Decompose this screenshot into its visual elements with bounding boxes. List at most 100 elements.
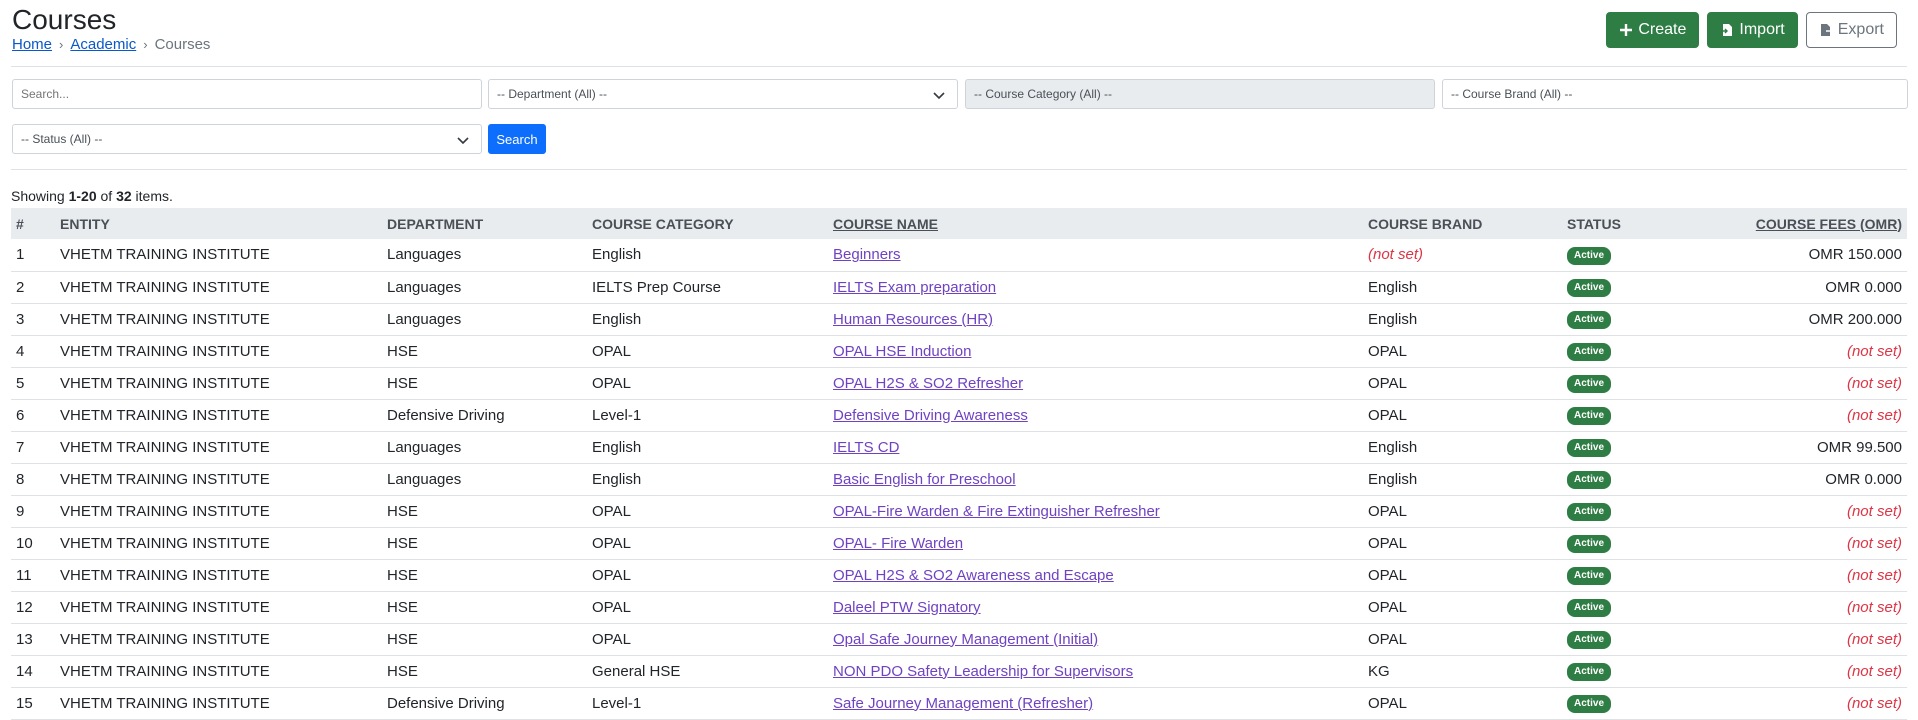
course-category-cell: Level-1 xyxy=(592,694,642,712)
course-name-link[interactable]: OPAL HSE Induction xyxy=(833,343,971,360)
import-button-label: Import xyxy=(1739,21,1785,38)
entity-cell: VHETM TRAINING INSTITUTE xyxy=(60,278,270,296)
course-brand-cell: OPAL xyxy=(1368,598,1407,616)
sort-course-fees-link[interactable]: Course Fees (OMR) xyxy=(1756,216,1902,232)
course-name-cell: OPAL-Fire Warden & Fire Extinguisher Ref… xyxy=(828,495,1363,527)
course-name-cell: OPAL H2S & SO2 Awareness and Escape xyxy=(828,559,1363,591)
entity-cell: VHETM TRAINING INSTITUTE xyxy=(60,534,270,552)
status-badge: Active xyxy=(1567,279,1612,297)
status-cell: Active xyxy=(1562,335,1727,367)
status-cell: Active xyxy=(1562,239,1727,271)
course-name-link[interactable]: Beginners xyxy=(833,246,901,263)
summary-range: 1-20 xyxy=(68,188,97,204)
filter-bar: -- Department (All) -- -- Course Categor… xyxy=(11,67,1908,170)
search-input[interactable] xyxy=(12,79,482,109)
entity-cell: VHETM TRAINING INSTITUTE xyxy=(60,374,270,392)
row-number: 6 xyxy=(16,406,25,424)
table-row: 7 VHETM TRAINING INSTITUTE Languages Englis… xyxy=(11,431,1907,463)
course-fees-cell: (not set) xyxy=(1846,502,1902,520)
file-import-icon xyxy=(1721,24,1733,36)
column-header-status: Status xyxy=(1567,215,1621,232)
course-name-link[interactable]: IELTS Exam preparation xyxy=(833,279,996,296)
course-name-link[interactable]: OPAL- Fire Warden xyxy=(833,535,963,552)
export-button[interactable]: Export xyxy=(1805,12,1897,48)
course-fees-cell: (not set) xyxy=(1846,374,1902,392)
breadcrumb-current: Courses xyxy=(154,36,211,53)
course-name-link[interactable]: Basic English for Preschool xyxy=(833,471,1016,488)
entity-cell: VHETM TRAINING INSTITUTE xyxy=(60,438,270,456)
course-category-cell: OPAL xyxy=(592,374,631,392)
course-category-cell: English xyxy=(592,310,642,328)
course-name-cell: IELTS CD xyxy=(828,431,1363,463)
table-row: 12 VHETM TRAINING INSTITUTE HSE OPAL Daleel … xyxy=(11,591,1907,623)
summary-prefix: Showing xyxy=(11,188,69,204)
course-name-link[interactable]: OPAL H2S & SO2 Awareness and Escape xyxy=(833,567,1114,584)
status-select[interactable]: -- Status (All) -- xyxy=(12,124,482,154)
course-name-link[interactable]: Safe Journey Management (Refresher) xyxy=(833,695,1093,712)
table-row: 11 VHETM TRAINING INSTITUTE HSE OPAL OPAL H2… xyxy=(11,559,1907,591)
status-badge: Active xyxy=(1567,663,1612,681)
table-row: 1 VHETM TRAINING INSTITUTE Languages Englis… xyxy=(11,239,1907,271)
course-fees-cell: OMR 200.000 xyxy=(1808,310,1902,328)
course-name-link[interactable]: OPAL H2S & SO2 Refresher xyxy=(833,375,1023,392)
breadcrumb-home-link[interactable]: Home xyxy=(12,36,52,54)
course-fees-cell: (not set) xyxy=(1846,630,1902,648)
course-fees-cell: (not set) xyxy=(1846,342,1902,360)
course-name-link[interactable]: OPAL-Fire Warden & Fire Extinguisher Ref… xyxy=(833,503,1160,520)
course-brand-select-value: -- Course Brand (All) -- xyxy=(1451,87,1573,101)
table-row: 9 VHETM TRAINING INSTITUTE HSE OPAL OPAL-Fir… xyxy=(11,495,1907,527)
course-fees-cell: OMR 150.000 xyxy=(1808,246,1902,264)
course-name-link[interactable]: Opal Safe Journey Management (Initial) xyxy=(833,631,1098,648)
search-button[interactable]: Search xyxy=(488,124,546,154)
department-cell: HSE xyxy=(387,342,418,360)
status-cell: Active xyxy=(1562,655,1727,687)
course-name-link[interactable]: NON PDO Safety Leadership for Supervisor… xyxy=(833,663,1133,680)
plus-icon xyxy=(1620,24,1633,36)
course-brand-select[interactable]: -- Course Brand (All) -- xyxy=(1442,79,1908,109)
row-number: 5 xyxy=(16,374,25,392)
course-category-cell: General HSE xyxy=(592,662,681,680)
course-fees-cell: (not set) xyxy=(1846,598,1902,616)
course-category-cell: OPAL xyxy=(592,630,631,648)
course-name-link[interactable]: Daleel PTW Signatory xyxy=(833,599,981,616)
row-number: 7 xyxy=(16,438,25,456)
status-badge: Active xyxy=(1567,343,1612,361)
status-cell: Active xyxy=(1562,623,1727,655)
status-cell: Active xyxy=(1562,271,1727,303)
chevron-down-icon xyxy=(457,137,469,145)
entity-cell: VHETM TRAINING INSTITUTE xyxy=(60,598,270,616)
status-badge: Active xyxy=(1567,695,1612,713)
course-category-cell: OPAL xyxy=(592,502,631,520)
department-select[interactable]: -- Department (All) -- xyxy=(488,79,958,109)
row-number: 15 xyxy=(16,694,33,712)
column-header-entity: Entity xyxy=(60,215,110,232)
status-badge: Active xyxy=(1567,599,1612,617)
course-name-link[interactable]: Human Resources (HR) xyxy=(833,311,993,328)
import-button[interactable]: Import xyxy=(1707,12,1798,48)
row-number: 11 xyxy=(16,566,32,584)
table-row: 14 VHETM TRAINING INSTITUTE HSE General HSE… xyxy=(11,655,1907,687)
course-fees-cell: (not set) xyxy=(1846,694,1902,712)
create-button[interactable]: Create xyxy=(1606,12,1700,48)
table-row: 15 VHETM TRAINING INSTITUTE Defensive Driv… xyxy=(11,687,1907,719)
course-brand-cell: KG xyxy=(1368,662,1390,680)
page-title: Courses xyxy=(12,4,117,35)
entity-cell: VHETM TRAINING INSTITUTE xyxy=(60,662,270,680)
course-category-select[interactable]: -- Course Category (All) -- xyxy=(965,79,1435,109)
course-name-cell: OPAL HSE Induction xyxy=(828,335,1363,367)
breadcrumb-academic-link[interactable]: Academic xyxy=(70,36,136,54)
sort-course-name-link[interactable]: Course Name xyxy=(833,216,938,232)
course-brand-cell: English xyxy=(1368,278,1418,296)
course-name-link[interactable]: IELTS CD xyxy=(833,439,899,456)
status-cell: Active xyxy=(1562,591,1727,623)
row-number: 1 xyxy=(16,246,25,264)
table-header-row: # Entity Department Course Category Cour… xyxy=(11,208,1907,239)
course-name-link[interactable]: Defensive Driving Awareness xyxy=(833,407,1028,424)
column-header-num: # xyxy=(16,215,24,232)
table-row: 4 VHETM TRAINING INSTITUTE HSE OPAL OPAL HSE… xyxy=(11,335,1907,367)
course-brand-cell: OPAL xyxy=(1368,566,1407,584)
table-body: 1 VHETM TRAINING INSTITUTE Languages Englis… xyxy=(11,239,1907,719)
status-badge: Active xyxy=(1567,407,1612,425)
course-name-cell: Human Resources (HR) xyxy=(828,303,1363,335)
column-header-course-name: Course Name xyxy=(828,208,1363,239)
